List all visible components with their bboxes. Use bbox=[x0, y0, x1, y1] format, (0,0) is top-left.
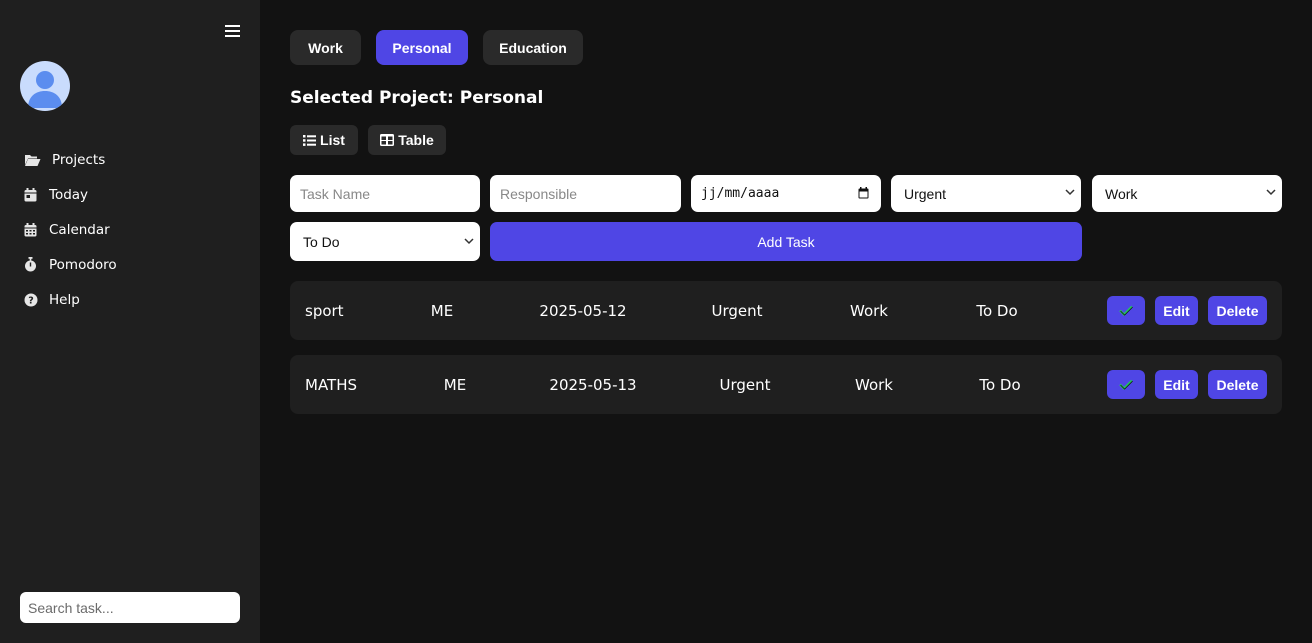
sidebar-item-help[interactable]: ? Help bbox=[24, 282, 117, 317]
sidebar: Projects Today Calendar Pomodoro ? Help bbox=[0, 0, 260, 643]
task-row: sport ME 2025-05-12 Urgent Work To Do Ed… bbox=[290, 281, 1282, 340]
task-status: To Do bbox=[979, 375, 1021, 394]
sidebar-item-calendar[interactable]: Calendar bbox=[24, 212, 117, 247]
sidebar-item-label: Today bbox=[49, 186, 89, 203]
view-toggle: List Table bbox=[290, 125, 446, 155]
add-task-button[interactable]: Add Task bbox=[490, 222, 1082, 261]
status-value: To Do bbox=[303, 233, 340, 250]
priority-select[interactable]: Urgent bbox=[891, 175, 1081, 212]
tab-work[interactable]: Work bbox=[290, 30, 361, 65]
edit-button[interactable]: Edit bbox=[1155, 296, 1198, 325]
table-view-button[interactable]: Table bbox=[368, 125, 446, 155]
table-icon bbox=[380, 134, 395, 146]
tab-personal[interactable]: Personal bbox=[376, 30, 468, 65]
page-title: Selected Project: Personal bbox=[290, 88, 544, 108]
task-category: Work bbox=[855, 375, 893, 394]
sidebar-item-pomodoro[interactable]: Pomodoro bbox=[24, 247, 117, 282]
table-view-label: Table bbox=[398, 132, 434, 148]
question-circle-icon: ? bbox=[24, 292, 44, 308]
calendar-picker-icon[interactable] bbox=[858, 187, 869, 199]
category-select[interactable]: Work bbox=[1092, 175, 1282, 212]
project-tabs: Work Personal Education bbox=[290, 30, 583, 65]
checkmark-icon bbox=[1119, 305, 1133, 316]
priority-value: Urgent bbox=[904, 185, 947, 202]
task-category: Work bbox=[850, 301, 888, 320]
sidebar-item-label: Pomodoro bbox=[49, 256, 117, 273]
category-value: Work bbox=[1105, 185, 1138, 202]
task-name: sport bbox=[305, 301, 344, 320]
chevron-down-icon bbox=[1065, 189, 1075, 196]
search-input[interactable] bbox=[20, 592, 240, 623]
list-icon bbox=[303, 134, 317, 146]
task-priority: Urgent bbox=[711, 301, 763, 320]
list-view-button[interactable]: List bbox=[290, 125, 358, 155]
date-placeholder: jj/mm/aaaa bbox=[701, 186, 780, 201]
svg-text:?: ? bbox=[28, 295, 34, 306]
task-priority: Urgent bbox=[719, 375, 771, 394]
task-name: MATHS bbox=[305, 375, 358, 394]
list-view-label: List bbox=[320, 132, 345, 148]
delete-button[interactable]: Delete bbox=[1208, 370, 1267, 399]
folder-open-icon bbox=[24, 152, 44, 168]
task-responsible: ME bbox=[430, 301, 454, 320]
status-select[interactable]: To Do bbox=[290, 222, 480, 261]
delete-button[interactable]: Delete bbox=[1208, 296, 1267, 325]
sidebar-item-today[interactable]: Today bbox=[24, 177, 117, 212]
task-row: MATHS ME 2025-05-13 Urgent Work To Do Ed… bbox=[290, 355, 1282, 414]
task-date: 2025-05-13 bbox=[549, 375, 637, 394]
checkmark-icon bbox=[1119, 379, 1133, 390]
task-name-input[interactable]: Task Name bbox=[290, 175, 480, 212]
avatar[interactable] bbox=[20, 61, 70, 111]
sidebar-nav: Projects Today Calendar Pomodoro ? Help bbox=[24, 142, 117, 317]
edit-button[interactable]: Edit bbox=[1155, 370, 1198, 399]
task-date: 2025-05-12 bbox=[539, 301, 627, 320]
calendar-day-icon bbox=[24, 187, 44, 203]
sidebar-item-label: Projects bbox=[52, 151, 106, 168]
sidebar-item-label: Calendar bbox=[49, 221, 110, 238]
responsible-input[interactable]: Responsible bbox=[490, 175, 681, 212]
sidebar-item-projects[interactable]: Projects bbox=[24, 142, 117, 177]
task-responsible: ME bbox=[443, 375, 467, 394]
stopwatch-icon bbox=[24, 257, 44, 273]
complete-button[interactable] bbox=[1107, 370, 1145, 399]
chevron-down-icon bbox=[1266, 189, 1276, 196]
tab-education[interactable]: Education bbox=[483, 30, 583, 65]
date-input[interactable]: jj/mm/aaaa bbox=[691, 175, 881, 212]
menu-toggle-icon[interactable] bbox=[225, 23, 241, 39]
sidebar-item-label: Help bbox=[49, 291, 80, 308]
task-status: To Do bbox=[976, 301, 1018, 320]
chevron-down-icon bbox=[464, 238, 474, 245]
calendar-grid-icon bbox=[24, 222, 44, 238]
complete-button[interactable] bbox=[1107, 296, 1145, 325]
